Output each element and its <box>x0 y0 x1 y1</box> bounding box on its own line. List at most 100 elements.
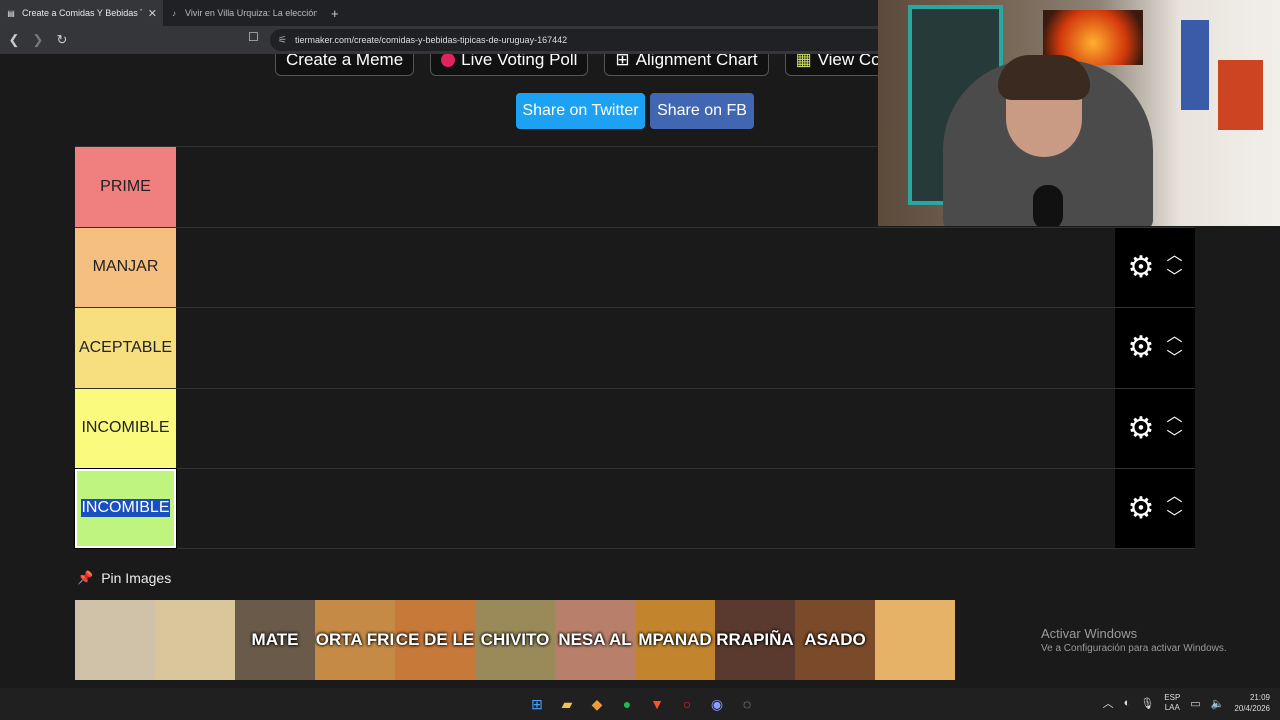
tier-drop-area[interactable] <box>176 228 1115 308</box>
food-image[interactable]: ORTA FRI <box>315 600 395 680</box>
food-image[interactable]: ASADO <box>795 600 875 680</box>
tier-drop-area[interactable] <box>176 308 1115 388</box>
gear-icon[interactable]: ⚙ <box>1128 330 1155 365</box>
taskbar-apps: ⊞ ▰ ◆ ● ▼ ○ ◉ ◌ <box>527 694 757 714</box>
food-image[interactable] <box>75 600 155 680</box>
streamer-hair <box>998 55 1090 100</box>
chevron-down-icon[interactable]: ﹀ <box>1166 431 1182 447</box>
record-dot-icon <box>441 54 456 67</box>
close-tab-icon[interactable]: ✕ <box>148 7 157 20</box>
food-image[interactable]: MPANAD <box>635 600 715 680</box>
clock-date: 20/4/2026 <box>1234 704 1270 713</box>
tab-tiktok[interactable]: ♪ Vivir en Villa Urquiza: La elección pe… <box>163 0 323 26</box>
pin-images-label: Pin Images <box>101 570 172 586</box>
food-image[interactable] <box>875 600 955 680</box>
create-meme-label: Create a Meme <box>286 54 404 69</box>
tab-tiermaker[interactable]: ▤ Create a Comidas Y Bebidas Típi ✕ <box>0 0 163 26</box>
share-twitter-button[interactable]: Share on Twitter <box>516 93 645 129</box>
opera-icon[interactable]: ○ <box>677 694 697 714</box>
tier-label[interactable]: INCOMIBLE <box>74 468 177 549</box>
tiktok-favicon-icon: ♪ <box>172 8 176 18</box>
pin-images-toggle[interactable]: 📌 Pin Images <box>77 570 171 586</box>
reload-button[interactable]: ↻ <box>52 30 72 50</box>
spotify-icon[interactable]: ● <box>617 694 637 714</box>
microphone-image <box>1033 185 1063 226</box>
windows-start-icon[interactable]: ⊞ <box>527 694 547 714</box>
move-arrows: ︿ ﹀ <box>1166 248 1182 286</box>
tier-label-text: MANJAR <box>92 258 159 276</box>
live-voting-poll-button[interactable]: Live Voting Poll <box>430 54 589 76</box>
gear-icon[interactable]: ⚙ <box>1128 250 1155 285</box>
tier-drop-area[interactable] <box>176 389 1115 469</box>
site-info-icon[interactable]: ⚟ <box>278 35 287 46</box>
food-caption: MPANAD <box>638 630 712 649</box>
tier-row-manjar: MANJAR ⚙ ︿ ﹀ <box>75 226 1195 308</box>
food-caption: ORTA FRI <box>315 630 395 649</box>
tier-controls: ⚙ ︿ ﹀ <box>1115 308 1195 388</box>
language-indicator[interactable]: ESP LAA <box>1164 693 1180 713</box>
create-meme-button[interactable]: Create a Meme <box>275 54 415 76</box>
poster-image <box>1181 20 1209 110</box>
chevron-down-icon[interactable]: ﹀ <box>1166 511 1182 527</box>
top-buttons: Create a Meme Live Voting Poll ⊞ Alignmen… <box>275 54 892 76</box>
food-image[interactable]: CHIVITO <box>475 600 555 680</box>
food-caption: ASADO <box>804 630 866 649</box>
forward-button[interactable]: ❯ <box>28 30 48 50</box>
move-arrows: ︿ ﹀ <box>1166 489 1182 527</box>
chevron-up-icon[interactable]: ︿ <box>1166 328 1182 345</box>
tier-drop-area[interactable] <box>176 469 1115 548</box>
keyboard-layout: LAA <box>1164 703 1180 712</box>
mic-icon[interactable]: 🎙 <box>1140 697 1154 710</box>
chevron-up-icon[interactable]: ︿ <box>1103 695 1114 711</box>
tier-controls: ⚙ ︿ ﹀ <box>1115 469 1195 548</box>
alignment-chart-label: Alignment Chart <box>635 54 758 69</box>
tier-label[interactable]: PRIME <box>75 147 176 227</box>
activate-windows-watermark: Activar Windows Ve a Configuración para … <box>1041 626 1227 654</box>
image-pool: MATE ORTA FRI CE DE LE CHIVITO NESA AL M… <box>75 600 955 680</box>
tier-label[interactable]: INCOMIBLE <box>75 388 176 468</box>
windows-taskbar: ⊞ ▰ ◆ ● ▼ ○ ◉ ◌ ︿ ◐ 🎙 ESP LAA ▭ 🔈 21:09 … <box>0 688 1280 720</box>
chevron-up-icon[interactable]: ︿ <box>1166 248 1182 264</box>
move-arrows: ︿ ﹀ <box>1166 328 1182 367</box>
food-image[interactable]: NESA AL <box>555 600 635 680</box>
url-bar[interactable]: ⚟ tiermaker.com/create/comidas-y-bebidas… <box>270 29 890 51</box>
tier-label[interactable]: ACEPTABLE <box>75 308 176 388</box>
file-explorer-icon[interactable]: ▰ <box>557 694 577 714</box>
food-image[interactable]: RRAPIÑA <box>715 600 795 680</box>
gear-icon[interactable]: ⚙ <box>1128 491 1155 526</box>
tier-label[interactable]: MANJAR <box>75 227 176 307</box>
share-fb-button[interactable]: Share on FB <box>650 93 754 129</box>
app-icon[interactable]: ◆ <box>587 694 607 714</box>
app2-icon[interactable]: ◌ <box>737 694 757 714</box>
chevron-down-icon[interactable]: ﹀ <box>1166 350 1182 367</box>
view-button[interactable]: ▦ View Co <box>784 54 892 76</box>
view-grid-icon: ▦ <box>795 54 812 69</box>
food-image[interactable] <box>155 600 235 680</box>
alignment-chart-button[interactable]: ⊞ Alignment Chart <box>604 54 769 76</box>
gear-icon[interactable]: ⚙ <box>1128 411 1155 446</box>
tiermaker-favicon-icon: ▤ <box>7 8 15 18</box>
tab-title: Vivir en Villa Urquiza: La elección per <box>185 8 317 18</box>
food-caption: RRAPIÑA <box>716 630 794 649</box>
sync-icon[interactable]: ◐ <box>1124 697 1131 709</box>
chevron-up-icon[interactable]: ︿ <box>1166 489 1182 505</box>
new-tab-button[interactable]: + <box>323 0 347 26</box>
back-button[interactable]: ❮ <box>4 30 24 50</box>
move-arrows: ︿ ﹀ <box>1166 409 1182 447</box>
chevron-up-icon[interactable]: ︿ <box>1166 409 1182 425</box>
system-tray: ︿ ◐ 🎙 ESP LAA ▭ 🔈 21:09 20/4/2026 <box>1103 692 1270 714</box>
clock[interactable]: 21:09 20/4/2026 <box>1234 692 1270 714</box>
tier-label-text[interactable]: INCOMIBLE <box>81 499 170 518</box>
tier-label-text: ACEPTABLE <box>78 338 173 356</box>
chevron-down-icon[interactable]: ﹀ <box>1166 270 1182 286</box>
bookmark-icon[interactable]: ☐ <box>248 30 259 44</box>
brave-icon[interactable]: ▼ <box>647 694 667 714</box>
network-icon[interactable]: ▭ <box>1190 697 1200 710</box>
food-image[interactable]: MATE <box>235 600 315 680</box>
tier-controls: ⚙ ︿ ﹀ <box>1115 227 1195 307</box>
food-caption: CE DE LE <box>395 630 475 649</box>
volume-icon[interactable]: 🔈 <box>1211 697 1225 710</box>
tier-controls: ⚙ ︿ ﹀ <box>1115 388 1195 468</box>
food-image[interactable]: CE DE LE <box>395 600 475 680</box>
discord-icon[interactable]: ◉ <box>707 694 727 714</box>
